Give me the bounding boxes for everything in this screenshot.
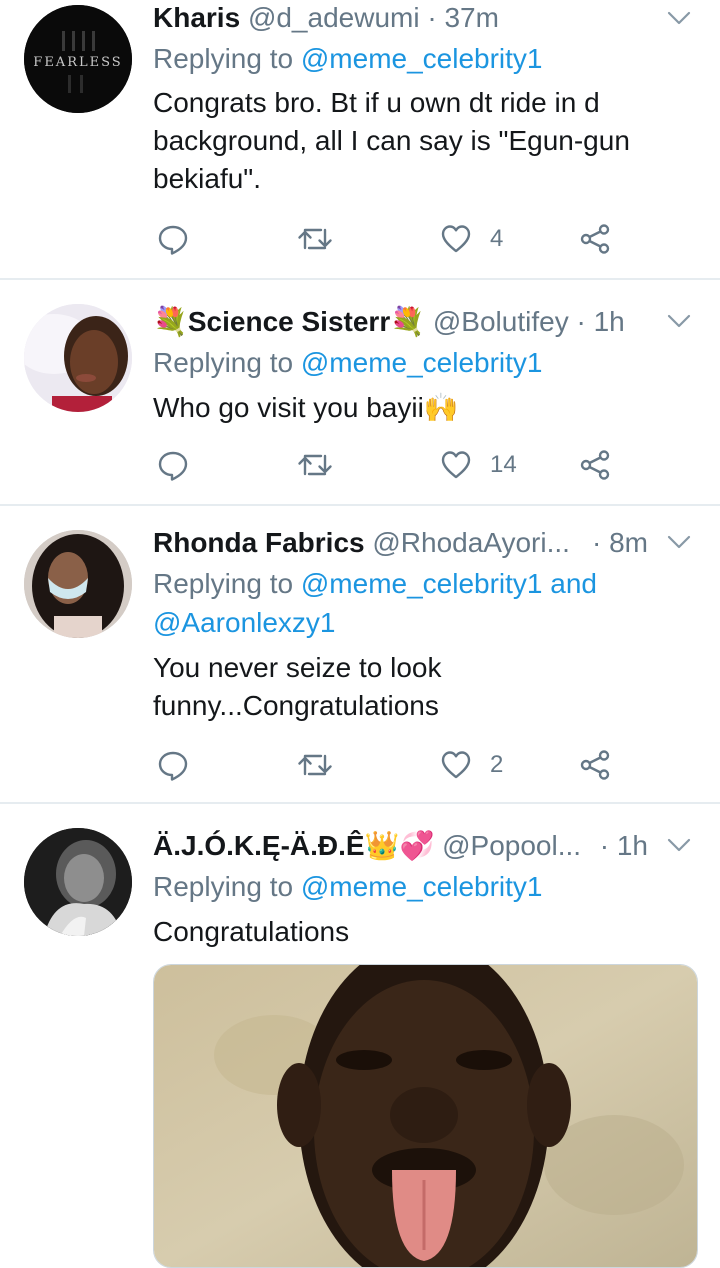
mention-link[interactable]: @meme_celebrity1 [301, 568, 543, 599]
timestamp[interactable]: 1h [617, 830, 648, 861]
tweet-actions: 14 [0, 443, 720, 487]
tweet-header: Kharis @d_adewumi · 37m [153, 0, 660, 36]
separator-dot: · [576, 306, 586, 337]
tweet-actions: 4 [0, 217, 720, 261]
avatar[interactable] [24, 304, 132, 412]
retweet-icon [297, 449, 333, 481]
photo-face [154, 965, 697, 1267]
retweet-button[interactable] [297, 443, 333, 487]
timestamp[interactable]: 37m [444, 2, 498, 33]
name-emoji: 💐 [390, 306, 426, 337]
user-handle[interactable]: @d_adewumi [248, 2, 420, 33]
tweet-text-line: Who go visit you bayii [153, 392, 424, 423]
tweet-text: You never seize to look funny...Congratu… [153, 649, 673, 725]
share-icon [579, 749, 611, 781]
name-emoji: 💐 [153, 306, 188, 337]
avatar[interactable] [24, 828, 132, 936]
share-button[interactable] [579, 743, 611, 787]
reply-icon [157, 749, 189, 781]
like-count: 4 [490, 225, 504, 252]
tweet[interactable]: 💐Science Sisterr💐 @Bolutifey · 1h Replyi… [0, 280, 720, 504]
replying-and: and [550, 568, 597, 599]
mention-link[interactable]: @meme_celebrity1 [301, 871, 543, 902]
tweet-text: Congratulations [153, 913, 673, 951]
tweet-actions: 2 [0, 743, 720, 787]
user-handle[interactable]: @Popool... [442, 830, 581, 861]
separator-dot: · [427, 2, 437, 33]
retweet-button[interactable] [297, 743, 333, 787]
tweet-text: Congrats bro. Bt if u own dt ride in d b… [153, 84, 673, 198]
retweet-icon [297, 749, 333, 781]
timestamp-wrap: · 1h [600, 828, 648, 864]
tweet-text: Who go visit you bayii🙌 [153, 389, 673, 427]
tweet-text-line: background, all I can say is "Egun-gun [153, 125, 630, 156]
text-emoji: 🙌 [423, 392, 459, 423]
heart-icon [440, 749, 472, 781]
replying-to: Replying to @meme_celebrity1 [153, 40, 543, 78]
tweet[interactable]: Ä.J.Ó.K.Ę-Ä.Đ.Ê👑💞 @Popool... · 1h Replyi… [0, 804, 720, 1268]
tweet[interactable]: Rhonda Fabrics @RhodaAyori... · 8m Reply… [0, 506, 720, 802]
chevron-down-icon[interactable] [666, 832, 692, 858]
tweet-text-line: You never seize to look [153, 652, 442, 683]
like-count: 14 [490, 451, 517, 478]
user-handle[interactable]: @Bolutifey [433, 306, 569, 337]
chevron-down-icon[interactable] [666, 308, 692, 334]
replying-to-2: @Aaronlexzy1 [153, 604, 336, 642]
like-button[interactable]: 2 [440, 743, 503, 787]
display-name[interactable]: Science Sisterr [188, 306, 390, 337]
mention-link[interactable]: @meme_celebrity1 [301, 347, 543, 378]
share-button[interactable] [579, 217, 611, 261]
tweet-header: Ä.J.Ó.K.Ę-Ä.Đ.Ê👑💞 @Popool... [153, 828, 660, 864]
replying-to-label: Replying to [153, 871, 294, 902]
chevron-down-icon[interactable] [666, 529, 692, 555]
like-button[interactable]: 14 [440, 443, 517, 487]
tweet-header: Rhonda Fabrics @RhodaAyori... [153, 525, 660, 561]
replying-to: Replying to @meme_celebrity1 [153, 868, 543, 906]
avatar[interactable]: FEARLESS [24, 5, 132, 113]
display-name[interactable]: Rhonda Fabrics [153, 527, 365, 558]
name-emoji: 👑💞 [364, 830, 435, 861]
reply-button[interactable] [157, 217, 189, 261]
share-button[interactable] [579, 443, 611, 487]
retweet-icon [297, 223, 333, 255]
tweet-text-line: Congrats bro. Bt if u own dt ride in d [153, 87, 600, 118]
like-button[interactable]: 4 [440, 217, 503, 261]
mention-link[interactable]: @Aaronlexzy1 [153, 607, 336, 638]
replying-to: Replying to @meme_celebrity1 and [153, 565, 597, 603]
replying-to-label: Replying to [153, 568, 294, 599]
mention-link[interactable]: @meme_celebrity1 [301, 43, 543, 74]
retweet-button[interactable] [297, 217, 333, 261]
like-count: 2 [490, 751, 504, 778]
tweet[interactable]: FEARLESS Kharis @d_adewumi · 37m Replyin… [0, 0, 720, 278]
reply-icon [157, 449, 189, 481]
heart-icon [440, 223, 472, 255]
reply-icon [157, 223, 189, 255]
user-handle[interactable]: @RhodaAyori... [372, 527, 570, 558]
chevron-down-icon[interactable] [666, 5, 692, 31]
replying-to-label: Replying to [153, 43, 294, 74]
tweet-text-line: funny...Congratulations [153, 690, 439, 721]
avatar[interactable] [24, 530, 132, 638]
timestamp[interactable]: 1h [594, 306, 625, 337]
share-icon [579, 223, 611, 255]
display-name[interactable]: Ä.J.Ó.K.Ę-Ä.Đ.Ê [153, 830, 365, 861]
tweet-text-line: Congratulations [153, 916, 350, 947]
tweet-image[interactable] [153, 964, 698, 1268]
separator-dot: · [599, 830, 610, 861]
separator-dot: · [591, 527, 602, 558]
timestamp-wrap: · 8m [592, 525, 648, 561]
timestamp[interactable]: 8m [609, 527, 648, 558]
replying-to: Replying to @meme_celebrity1 [153, 344, 543, 382]
display-name[interactable]: Kharis [153, 2, 240, 33]
tweet-header: 💐Science Sisterr💐 @Bolutifey · 1h [153, 304, 660, 340]
heart-icon [440, 449, 472, 481]
avatar-logo-text: FEARLESS [33, 55, 122, 70]
replying-to-label: Replying to [153, 347, 294, 378]
share-icon [579, 449, 611, 481]
tweet-text-line: bekiafu". [153, 163, 262, 194]
reply-button[interactable] [157, 743, 189, 787]
reply-button[interactable] [157, 443, 189, 487]
